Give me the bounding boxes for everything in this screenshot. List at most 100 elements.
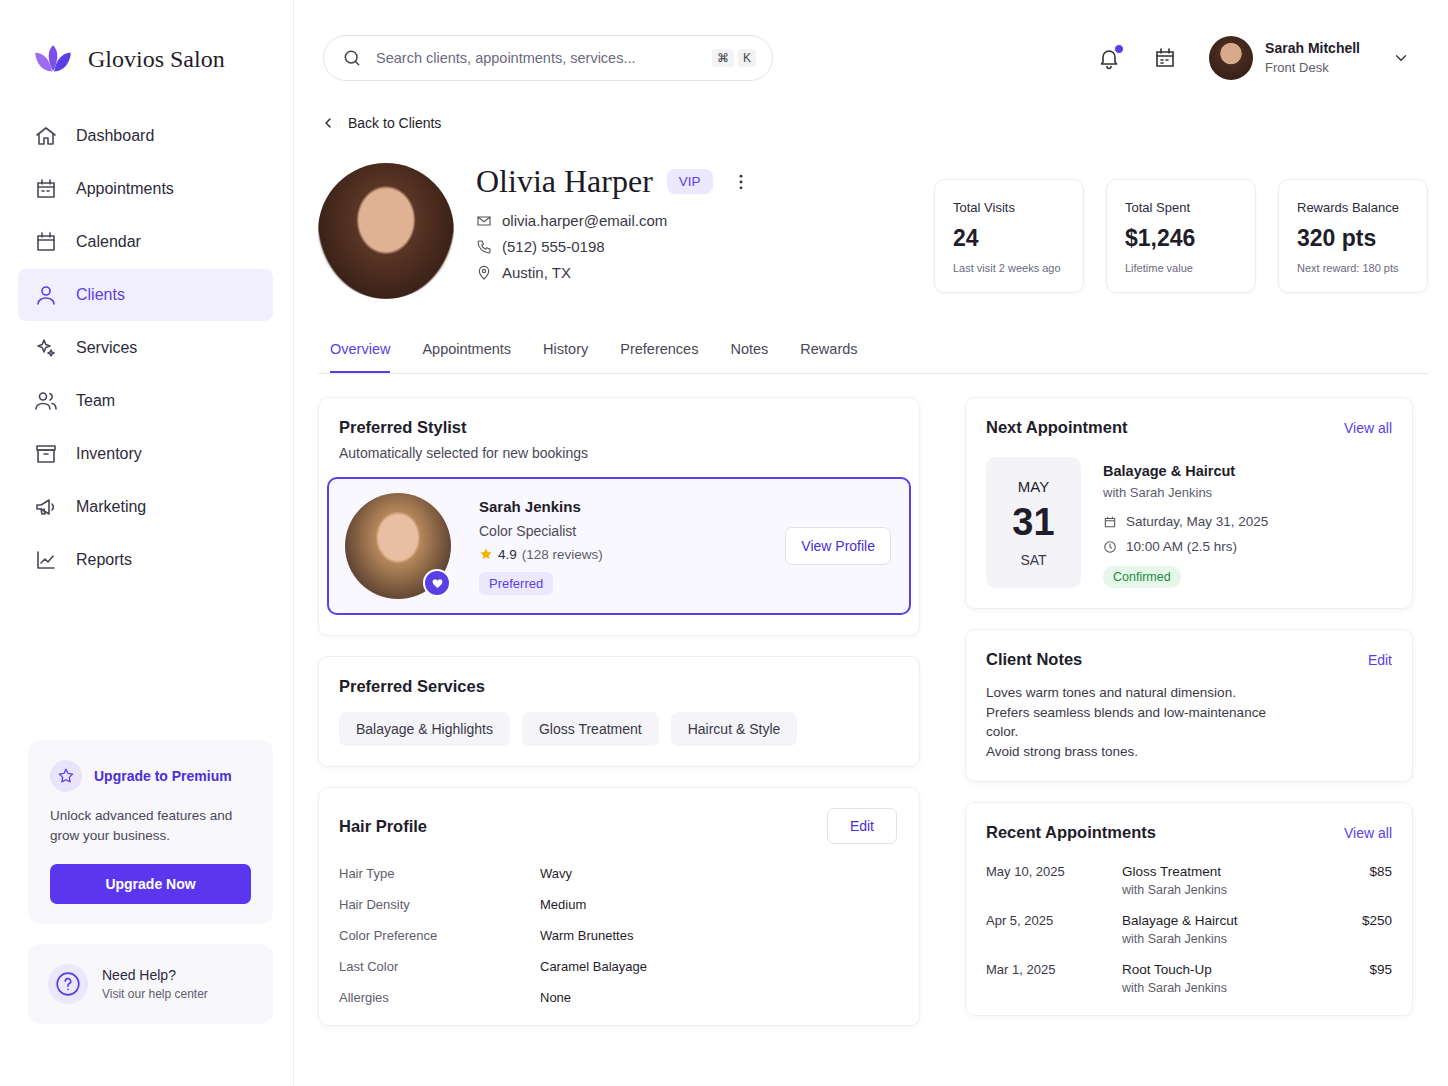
clock-icon: [1103, 540, 1117, 554]
top-bar: Search clients, appointments, services..…: [318, 0, 1428, 115]
nav-icon: [34, 336, 58, 360]
sidebar-item-label: Clients: [76, 286, 125, 304]
appointment-price: $95: [1369, 962, 1392, 977]
notifications-button[interactable]: [1097, 46, 1121, 70]
stat-subtext: Next reward: 180 pts: [1297, 262, 1415, 274]
chevron-left-icon: [320, 115, 336, 131]
user-menu[interactable]: Sarah MitchellFront Desk: [1209, 36, 1410, 80]
service-chip[interactable]: Haircut & Style: [671, 712, 798, 746]
question-icon: [48, 964, 88, 1004]
edit-button[interactable]: Edit: [827, 808, 897, 844]
note-line: Avoid strong brass tones.: [986, 742, 1296, 762]
brand[interactable]: Glovios Salon: [18, 42, 273, 76]
shortcut-key: ⌘: [712, 49, 734, 67]
user-name: Sarah Mitchell: [1265, 40, 1360, 56]
card-title: Next Appointment: [986, 418, 1127, 437]
vip-badge: VIP: [667, 169, 713, 194]
stat-label: Total Visits: [953, 200, 1071, 215]
nav-icon: [34, 495, 58, 519]
upgrade-title: Upgrade to Premium: [94, 768, 232, 784]
client-phone: (512) 555-0198: [476, 238, 751, 255]
card-subtitle: Automatically selected for new bookings: [339, 445, 899, 461]
card-title: Preferred Services: [339, 677, 899, 696]
nav-icon: [34, 442, 58, 466]
hair-value: Caramel Balayage: [540, 959, 899, 974]
appointment-stylist: with Sarah Jenkins: [1122, 981, 1369, 995]
hair-value: Warm Brunettes: [540, 928, 899, 943]
mail-icon: [476, 213, 492, 229]
next-appointment-card: Next Appointment View all MAY31SAT Balayage…: [965, 397, 1413, 609]
overview-grid: Preferred StylistAutomatically selected …: [318, 397, 1428, 1026]
help-title: Need Help?: [102, 967, 208, 983]
help-text: Visit our help center: [102, 987, 208, 1001]
note-line: Prefers seamless blends and low-maintena…: [986, 703, 1296, 742]
recent-appointment-row[interactable]: May 10, 2025Gloss Treatmentwith Sarah Je…: [986, 864, 1392, 897]
shortcut-key: K: [738, 49, 756, 67]
view-profile-button[interactable]: View Profile: [785, 527, 891, 565]
stat-label: Total Spent: [1125, 200, 1243, 215]
appointment-stylist: with Sarah Jenkins: [1122, 883, 1369, 897]
search-placeholder: Search clients, appointments, services..…: [376, 50, 698, 66]
calendar-icon: [1153, 46, 1177, 70]
sidebar-item[interactable]: Services: [18, 322, 273, 374]
stylist-item[interactable]: Sarah JenkinsColor Specialist4.9(128 rev…: [327, 477, 911, 615]
recent-appointment-row[interactable]: Mar 1, 2025Root Touch-Upwith Sarah Jenki…: [986, 962, 1392, 995]
client-tabs: Overview Appointments History Preferences No…: [318, 341, 1428, 374]
sidebar-item[interactable]: Clients: [18, 269, 273, 321]
tab[interactable]: Notes: [730, 341, 768, 373]
appointment-date: Apr 5, 2025: [986, 913, 1122, 928]
sidebar-item-label: Marketing: [76, 498, 146, 516]
recent-appointment-row[interactable]: Apr 5, 2025Balayage & Haircutwith Sarah …: [986, 913, 1392, 946]
date-tile: MAY31SAT: [986, 457, 1081, 588]
sidebar-item-label: Calendar: [76, 233, 141, 251]
date-month: MAY: [1018, 478, 1049, 495]
tab[interactable]: History: [543, 341, 588, 373]
appointment-service: Balayage & Haircut: [1103, 463, 1268, 479]
stat-card: Total Spent$1,246Lifetime value: [1106, 179, 1256, 293]
sidebar-item[interactable]: Reports: [18, 534, 273, 586]
tab[interactable]: Appointments: [422, 341, 511, 373]
edit-link[interactable]: Edit: [1368, 652, 1392, 668]
search-field[interactable]: Search clients, appointments, services..…: [323, 35, 773, 81]
hair-value: Medium: [540, 897, 899, 912]
tab[interactable]: Rewards: [800, 341, 857, 373]
help-card[interactable]: Need Help? Visit our help center: [28, 944, 273, 1024]
sidebar-item[interactable]: Marketing: [18, 481, 273, 533]
heart-icon: [423, 569, 451, 597]
client-header: Olivia HarperVIPolivia.harper@email.com(…: [318, 163, 1428, 299]
service-chip[interactable]: Balayage & Highlights: [339, 712, 510, 746]
tab[interactable]: Overview: [330, 341, 390, 373]
service-chip[interactable]: Gloss Treatment: [522, 712, 659, 746]
stylist-name: Sarah Jenkins: [479, 498, 757, 515]
more-icon[interactable]: [731, 172, 751, 192]
hair-value: None: [540, 990, 899, 1005]
unread-dot: [1114, 44, 1124, 54]
hair-value: Wavy: [540, 866, 899, 881]
sidebar-item[interactable]: Inventory: [18, 428, 273, 480]
preferred-services-card: Preferred Services Balayage & Highlights G…: [318, 656, 920, 767]
stat-value: $1,246: [1125, 225, 1243, 252]
back-label: Back to Clients: [348, 115, 441, 131]
sidebar-item[interactable]: Calendar: [18, 216, 273, 268]
card-title: Hair Profile: [339, 817, 427, 836]
chevron-down-icon: [1392, 49, 1410, 67]
recent-appointments-card: Recent AppointmentsView allMay 10, 2025G…: [965, 802, 1413, 1016]
view-all-link[interactable]: View all: [1344, 825, 1392, 841]
hair-profile-row: Color PreferenceWarm Brunettes: [339, 928, 899, 943]
calendar-button[interactable]: [1153, 46, 1177, 70]
appointment-time: 10:00 AM (2.5 hrs): [1103, 539, 1268, 554]
sidebar-item[interactable]: Appointments: [18, 163, 273, 215]
sidebar-item[interactable]: Team: [18, 375, 273, 427]
nav-icon: [34, 389, 58, 413]
client-location: Austin, TX: [476, 264, 751, 281]
back-link[interactable]: Back to Clients: [318, 115, 1428, 131]
tab[interactable]: Preferences: [620, 341, 698, 373]
appointment-date: Mar 1, 2025: [986, 962, 1122, 977]
salon-app: Glovios SalonDashboardAppointmentsCalend…: [0, 0, 1448, 1086]
upgrade-button[interactable]: Upgrade Now: [50, 864, 251, 904]
sidebar-item[interactable]: Dashboard: [18, 110, 273, 162]
appointment-date: May 10, 2025: [986, 864, 1122, 879]
hair-profile-row: Hair TypeWavy: [339, 866, 899, 881]
view-all-link[interactable]: View all: [1344, 420, 1392, 436]
user-avatar: [1209, 36, 1253, 80]
